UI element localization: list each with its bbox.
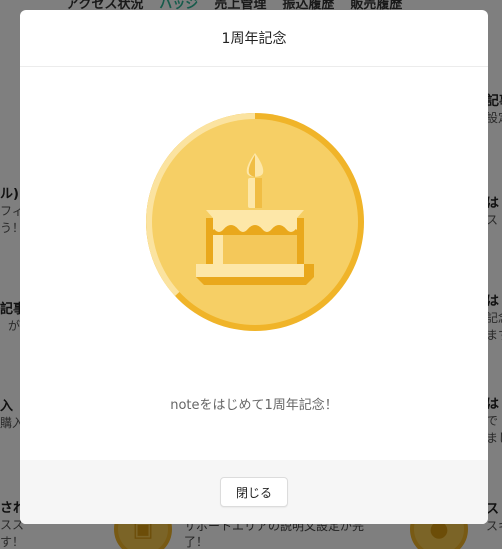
badge-medal (144, 111, 366, 333)
modal-footer: 閉じる (20, 460, 488, 524)
close-button[interactable]: 閉じる (220, 477, 288, 507)
birthday-cake-icon (146, 113, 364, 331)
modal-body: noteをはじめて1周年記念！ (20, 67, 488, 460)
modal-title: 1周年記念 (221, 31, 287, 47)
badge-modal: 1周年記念 noteをはじめて1周年記念！ 閉じる (20, 10, 488, 524)
badge-message: noteをはじめて1周年記念！ (170, 398, 338, 413)
modal-header: 1周年記念 (20, 10, 488, 67)
